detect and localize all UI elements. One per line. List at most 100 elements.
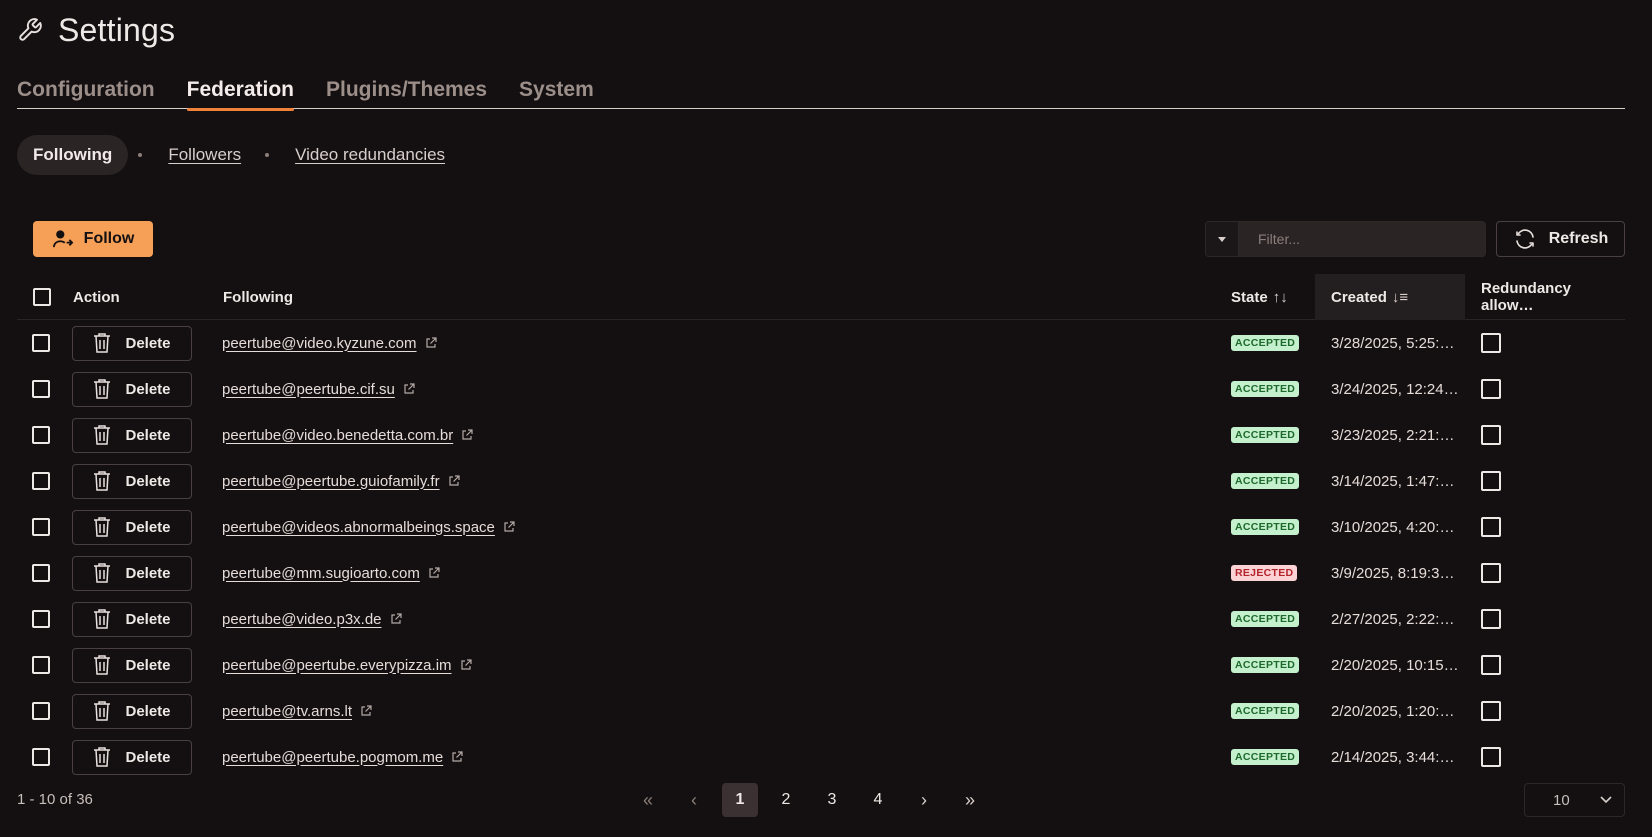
delete-button[interactable]: Delete [72, 463, 192, 499]
row-following-cell: peertube@video.p3x.de [222, 596, 402, 642]
delete-button-label: Delete [125, 564, 171, 582]
follow-host-link[interactable]: peertube@videos.abnormalbeings.space [222, 519, 495, 536]
select-all-checkbox[interactable] [33, 288, 51, 306]
page-header: Settings [17, 10, 175, 50]
table-row: Delete peertube@videos.abnormalbeings.spa… [17, 504, 1625, 550]
external-link-icon [460, 659, 472, 670]
redundancy-checkbox[interactable] [1481, 425, 1501, 445]
delete-button[interactable]: Delete [72, 509, 192, 545]
delete-button-label: Delete [125, 656, 171, 674]
prev-page-icon[interactable]: ‹ [676, 783, 712, 817]
delete-button-label: Delete [125, 426, 171, 444]
follow-host-link[interactable]: peertube@peertube.pogmom.me [222, 749, 443, 766]
last-page-icon[interactable]: » [952, 783, 988, 817]
trash-icon [94, 425, 111, 445]
main-tabs: Configuration Federation Plugins/Themes … [17, 78, 1625, 111]
redundancy-checkbox[interactable] [1481, 747, 1501, 767]
col-state-label: State [1231, 288, 1268, 306]
redundancy-checkbox[interactable] [1481, 333, 1501, 353]
page-4[interactable]: 4 [860, 783, 896, 817]
filter-dropdown-toggle[interactable] [1206, 222, 1239, 256]
delete-button[interactable]: Delete [72, 647, 192, 683]
page-1[interactable]: 1 [722, 783, 758, 817]
redundancy-checkbox[interactable] [1481, 701, 1501, 721]
state-badge: ACCEPTED [1231, 611, 1300, 627]
tab-configuration[interactable]: Configuration [17, 78, 155, 109]
col-created-label: Created [1331, 288, 1387, 306]
row-checkbox[interactable] [32, 518, 50, 536]
page-2[interactable]: 2 [768, 783, 804, 817]
redundancy-checkbox[interactable] [1481, 379, 1501, 399]
redundancy-checkbox[interactable] [1481, 517, 1501, 537]
follow-host-link[interactable]: peertube@video.p3x.de [222, 611, 382, 628]
delete-button[interactable]: Delete [72, 555, 192, 591]
rows-per-page-select[interactable]: 10 [1524, 783, 1625, 817]
external-link-icon [448, 475, 460, 486]
refresh-button[interactable]: Refresh [1496, 221, 1625, 257]
external-link-icon [504, 521, 515, 532]
follow-host-link[interactable]: peertube@tv.arns.lt [222, 703, 352, 720]
row-select-cell [32, 596, 50, 642]
tab-federation[interactable]: Federation [186, 78, 295, 111]
row-state-cell: ACCEPTED [1231, 458, 1300, 504]
redundancy-checkbox[interactable] [1481, 655, 1501, 675]
follow-host-link[interactable]: peertube@peertube.guiofamily.fr [222, 473, 440, 490]
row-created-cell: 2/20/2025, 10:15:2… [1331, 642, 1461, 688]
table-row: Delete peertube@peertube.everypizza.im ACC… [17, 642, 1625, 688]
state-badge: ACCEPTED [1231, 473, 1300, 489]
row-state-cell: ACCEPTED [1231, 688, 1300, 734]
row-redundancy-cell [1481, 688, 1501, 734]
delete-button[interactable]: Delete [72, 601, 192, 637]
created-date: 3/28/2025, 5:25:33 … [1331, 334, 1461, 352]
row-state-cell: ACCEPTED [1231, 596, 1300, 642]
row-state-cell: ACCEPTED [1231, 366, 1300, 412]
row-redundancy-cell [1481, 412, 1501, 458]
follow-button[interactable]: Follow [33, 221, 153, 257]
redundancy-checkbox[interactable] [1481, 563, 1501, 583]
row-checkbox[interactable] [32, 564, 50, 582]
table-row: Delete peertube@video.benedetta.com.br ACC… [17, 412, 1625, 458]
delete-button-label: Delete [125, 334, 171, 352]
row-checkbox[interactable] [32, 472, 50, 490]
row-created-cell: 2/27/2025, 2:22:25 … [1331, 596, 1461, 642]
state-badge: ACCEPTED [1231, 427, 1300, 443]
row-checkbox[interactable] [32, 426, 50, 444]
row-created-cell: 2/20/2025, 1:20:56 … [1331, 688, 1461, 734]
follow-host-link[interactable]: peertube@video.benedetta.com.br [222, 427, 453, 444]
follow-host-link[interactable]: peertube@video.kyzune.com [222, 335, 417, 352]
row-checkbox[interactable] [32, 656, 50, 674]
subnav-following[interactable]: Following [17, 135, 129, 175]
filter-input[interactable] [1239, 222, 1485, 256]
redundancy-checkbox[interactable] [1481, 471, 1501, 491]
row-checkbox[interactable] [32, 748, 50, 766]
row-checkbox[interactable] [32, 610, 50, 628]
table-row: Delete peertube@video.kyzune.com ACCEPTED 3… [17, 320, 1625, 366]
col-created[interactable]: Created ↓≡ [1315, 274, 1465, 320]
delete-button[interactable]: Delete [72, 371, 192, 407]
redundancy-checkbox[interactable] [1481, 609, 1501, 629]
delete-button[interactable]: Delete [72, 693, 192, 729]
row-checkbox[interactable] [32, 334, 50, 352]
tab-system[interactable]: System [519, 78, 594, 109]
delete-button[interactable]: Delete [72, 417, 192, 453]
subnav-video-redundancies[interactable]: Video redundancies [295, 145, 445, 165]
tab-plugins-themes[interactable]: Plugins/Themes [326, 78, 487, 109]
page-3[interactable]: 3 [814, 783, 850, 817]
follow-host-link[interactable]: peertube@mm.sugioarto.com [222, 565, 420, 582]
next-page-icon[interactable]: › [906, 783, 942, 817]
follow-host-link[interactable]: peertube@peertube.everypizza.im [222, 657, 452, 674]
row-redundancy-cell [1481, 458, 1501, 504]
row-action-cell: Delete [72, 320, 192, 366]
table-body: Delete peertube@video.kyzune.com ACCEPTED 3… [17, 320, 1625, 780]
row-state-cell: ACCEPTED [1231, 734, 1300, 780]
delete-button[interactable]: Delete [72, 325, 192, 361]
col-state[interactable]: State ↑↓ [1231, 274, 1288, 320]
subnav-followers[interactable]: Followers [168, 145, 241, 165]
row-checkbox[interactable] [32, 702, 50, 720]
row-checkbox[interactable] [32, 380, 50, 398]
external-link-icon [429, 567, 440, 578]
row-action-cell: Delete [72, 596, 192, 642]
follow-host-link[interactable]: peertube@peertube.cif.su [222, 381, 395, 398]
delete-button[interactable]: Delete [72, 739, 192, 775]
first-page-icon[interactable]: « [630, 783, 666, 817]
